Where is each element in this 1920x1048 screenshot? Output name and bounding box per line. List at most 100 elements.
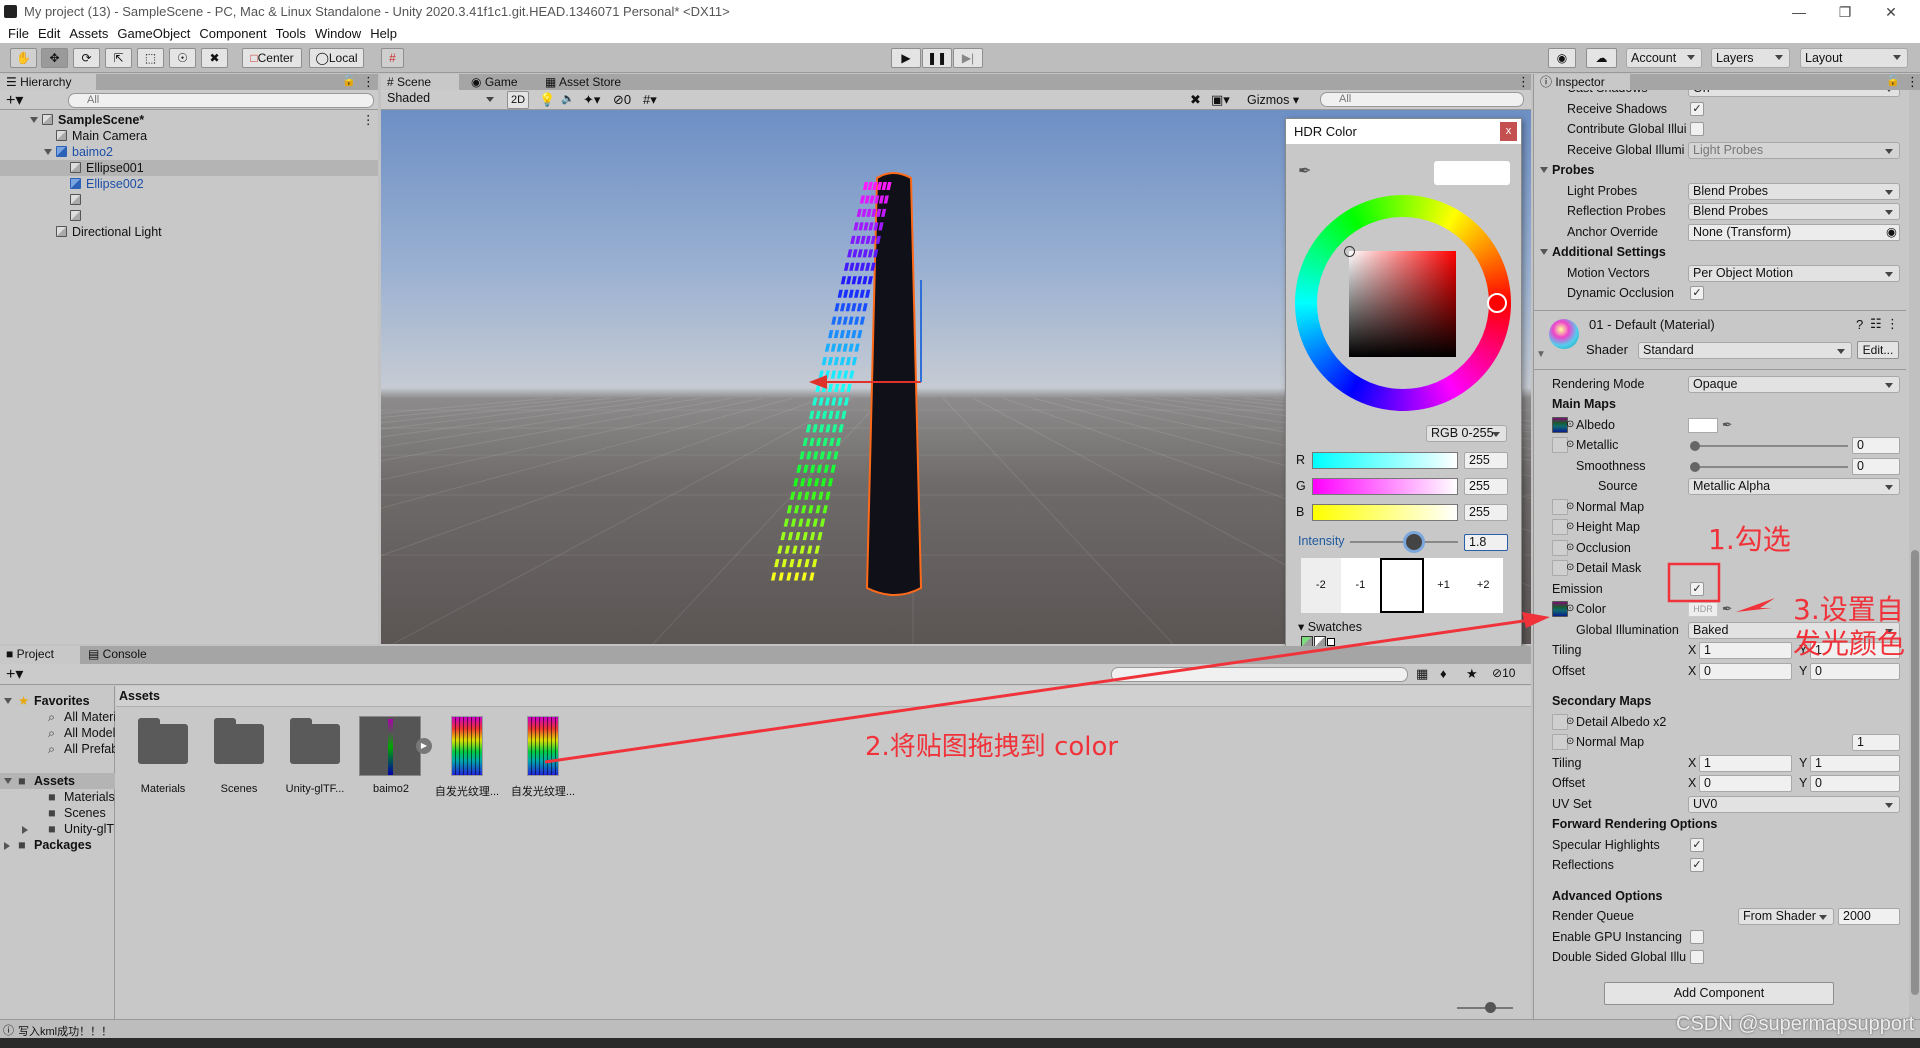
- texture-picker-icon[interactable]: ⊙: [1566, 732, 1574, 753]
- menu-component[interactable]: Component: [197, 24, 273, 43]
- dropdown[interactable]: Blend Probes: [1688, 182, 1900, 200]
- filter-label-icon[interactable]: ♦: [1440, 666, 1447, 681]
- project-tree-item[interactable]: ⌕ All Models: [0, 725, 115, 741]
- expand-arrow-icon[interactable]: [30, 117, 38, 123]
- material-more-icon[interactable]: ⋮: [1886, 316, 1899, 332]
- color-mode-dropdown[interactable]: RGB 0-255: [1426, 425, 1507, 442]
- project-search-input[interactable]: [1111, 667, 1408, 682]
- add-component-button[interactable]: Add Component: [1604, 982, 1834, 1005]
- hierarchy-item[interactable]: Directional Light: [0, 224, 378, 240]
- intensity-slider[interactable]: [1350, 541, 1458, 543]
- shader-edit-button[interactable]: Edit...: [1857, 340, 1899, 359]
- menu-edit[interactable]: Edit: [36, 24, 67, 43]
- emission-color-swatch[interactable]: HDR: [1688, 602, 1718, 617]
- inspector-lock-icon[interactable]: 🔓: [1886, 74, 1900, 87]
- texture-picker-icon[interactable]: ⊙: [1566, 517, 1574, 538]
- menu-gameobject[interactable]: GameObject: [115, 24, 197, 43]
- slider-track[interactable]: [1692, 445, 1848, 447]
- scrollbar-thumb[interactable]: [1911, 550, 1919, 995]
- checkbox[interactable]: ✓: [1690, 101, 1704, 116]
- create-plus-icon[interactable]: +▾: [6, 664, 23, 684]
- lighting-toggle-icon[interactable]: 💡: [539, 92, 555, 108]
- channel-field-g[interactable]: 255: [1464, 478, 1508, 495]
- custom-tool-button[interactable]: ✖: [201, 48, 228, 68]
- texture-picker-icon[interactable]: ⊙: [1566, 558, 1574, 579]
- exposure-swatch[interactable]: -1: [1341, 558, 1381, 613]
- asset-item[interactable]: Materials: [126, 708, 200, 798]
- expand-arrow-icon[interactable]: [44, 149, 52, 155]
- dropdown[interactable]: Opaque: [1688, 375, 1900, 393]
- scale-tool-button[interactable]: ⇱: [105, 48, 132, 68]
- channel-slider-g[interactable]: [1312, 478, 1458, 495]
- slider-handle[interactable]: [1690, 441, 1700, 451]
- project-tree-item[interactable]: ★ Favorites: [0, 693, 115, 709]
- menu-window[interactable]: Window: [313, 24, 368, 43]
- shading-mode-dropdown[interactable]: Shaded: [383, 91, 500, 108]
- breadcrumb-assets[interactable]: Assets: [119, 689, 160, 703]
- scene-search-input[interactable]: All: [1320, 92, 1524, 107]
- transform-tool-button[interactable]: ☉: [169, 48, 196, 68]
- close-button[interactable]: x: [1500, 122, 1517, 141]
- material-foldout-icon[interactable]: ▼: [1536, 349, 1546, 360]
- hidden-objects-icon[interactable]: ⊘0: [613, 92, 631, 108]
- saturation-value-square[interactable]: [1349, 251, 1456, 357]
- channel-field-r[interactable]: 255: [1464, 452, 1508, 469]
- tab-scene[interactable]: # Scene: [381, 74, 459, 90]
- effects-toggle-icon[interactable]: ✦▾: [583, 92, 600, 108]
- object-field[interactable]: None (Transform): [1688, 223, 1900, 241]
- hierarchy-item[interactable]: [0, 192, 378, 208]
- tab-game[interactable]: ◉ Game: [465, 74, 525, 90]
- gizmos-dropdown[interactable]: Gizmos ▾: [1247, 91, 1299, 109]
- preset-icon[interactable]: ☷: [1870, 316, 1882, 332]
- exposure-swatch[interactable]: -2: [1301, 558, 1341, 613]
- asset-item[interactable]: Scenes: [202, 708, 276, 798]
- checkbox[interactable]: [1690, 929, 1704, 944]
- texture-picker-icon[interactable]: ⊙: [1566, 538, 1574, 559]
- menu-tools[interactable]: Tools: [274, 24, 313, 43]
- y-field[interactable]: 0: [1810, 662, 1900, 680]
- step-button[interactable]: ▶|: [953, 48, 983, 68]
- hand-tool-button[interactable]: ✋: [10, 48, 37, 68]
- intensity-field[interactable]: 1.8: [1464, 534, 1508, 551]
- texture-picker-icon[interactable]: ⊙: [1566, 415, 1574, 436]
- sv-handle[interactable]: [1344, 246, 1355, 257]
- tower-model[interactable]: [770, 172, 923, 596]
- asset-item[interactable]: Unity-glTF...: [278, 708, 352, 798]
- more-options-icon[interactable]: ⋮: [362, 74, 375, 90]
- expand-arrow-icon[interactable]: [4, 778, 12, 784]
- create-plus-icon[interactable]: +▾: [6, 90, 23, 110]
- eyedropper-icon[interactable]: ✒: [1722, 415, 1732, 436]
- collab-icon[interactable]: ◉: [1548, 48, 1576, 68]
- hue-handle[interactable]: [1487, 293, 1507, 313]
- checkbox[interactable]: ✓: [1690, 837, 1704, 852]
- tab-inspector[interactable]: ⓘ Inspector: [1534, 74, 1630, 90]
- checkbox[interactable]: ✓: [1690, 581, 1704, 596]
- 2d-toggle[interactable]: 2D: [507, 91, 529, 109]
- layout-dropdown[interactable]: Layout: [1800, 48, 1908, 68]
- hierarchy-item[interactable]: Ellipse002: [0, 176, 378, 192]
- status-message[interactable]: 写入kml成功！！！: [18, 1023, 112, 1039]
- texture-picker-icon[interactable]: ⊙: [1566, 599, 1574, 620]
- tab-console[interactable]: ▤ Console: [82, 646, 162, 664]
- expand-arrow-icon[interactable]: [4, 698, 12, 704]
- eyedropper-icon[interactable]: ✒: [1298, 161, 1311, 181]
- rotate-tool-button[interactable]: ⟳: [73, 48, 100, 68]
- hierarchy-search-input[interactable]: All: [68, 93, 374, 108]
- color-swatch[interactable]: [1688, 417, 1718, 433]
- hierarchy-item[interactable]: Ellipse001: [0, 160, 378, 176]
- play-button[interactable]: ▶: [891, 48, 921, 68]
- x-field[interactable]: 0: [1699, 775, 1792, 792]
- inspector-scrollbar[interactable]: [1909, 90, 1920, 1019]
- texture-picker-icon[interactable]: ⊙: [1566, 497, 1574, 518]
- grid-toggle-icon[interactable]: #▾: [643, 92, 657, 108]
- pause-button[interactable]: ❚❚: [922, 48, 952, 68]
- project-tree-item[interactable]: ⌕ All Prefabs: [0, 741, 115, 757]
- checkbox[interactable]: [1690, 950, 1704, 964]
- tab-project[interactable]: ■ Project: [0, 646, 80, 664]
- project-tree-item[interactable]: ⌕ All Materials: [0, 709, 115, 725]
- hierarchy-item[interactable]: [0, 208, 378, 224]
- object-picker-icon[interactable]: ◉: [1886, 222, 1897, 243]
- cloud-icon[interactable]: ☁: [1586, 48, 1617, 68]
- intensity-slider-handle[interactable]: [1406, 534, 1422, 550]
- eyedropper-icon[interactable]: ✒: [1722, 599, 1732, 620]
